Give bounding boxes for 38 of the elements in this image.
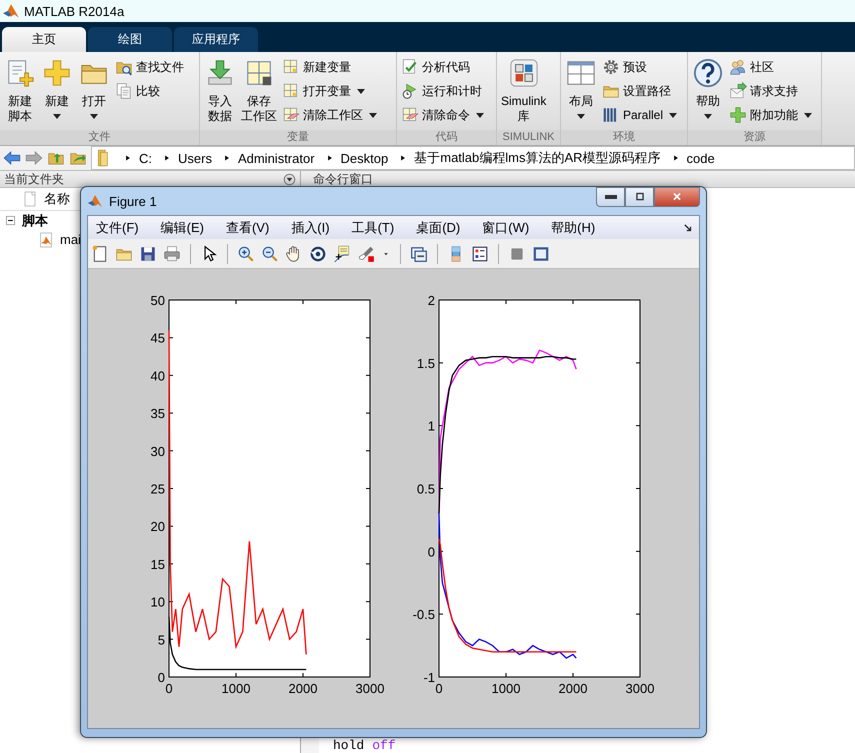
tick-label: 45: [150, 330, 165, 346]
tick-label: 1.5: [416, 356, 435, 371]
tick-label: 5: [158, 632, 165, 648]
tick-label: 3000: [356, 681, 384, 696]
tick-label: 25: [150, 482, 165, 496]
tick-label: 0: [165, 681, 173, 696]
group-label: 代码: [397, 130, 496, 145]
panel-title: 命令行窗口: [313, 172, 373, 186]
tick-label: 15: [150, 556, 165, 572]
tick-label: 2: [428, 293, 435, 308]
tick-label: 50: [150, 293, 165, 308]
tick-label: 30: [150, 444, 165, 459]
tick-label: 3000: [626, 681, 654, 696]
code-token: hold: [333, 739, 364, 753]
tick-label: 1000: [492, 681, 520, 696]
group-label: 资源: [688, 130, 821, 145]
group-label: 变量: [200, 130, 396, 145]
panel-title: 当前文件夹: [4, 172, 64, 186]
tick-label: 2000: [288, 681, 318, 696]
tick-label: 1000: [222, 681, 250, 696]
tick-label: -0.5: [412, 607, 435, 622]
group-label: SIMULINK: [497, 130, 560, 145]
tick-label: 0: [435, 681, 443, 696]
tick-label: 35: [150, 406, 165, 422]
tick-label: 40: [150, 368, 165, 384]
group-label: 文件: [0, 130, 199, 145]
code-token: off: [372, 739, 396, 753]
tick-label: -1: [423, 670, 435, 685]
tick-label: 10: [150, 594, 165, 610]
tick-label: 0: [428, 544, 435, 560]
window-title: MATLAB R2014a: [24, 4, 124, 18]
tick-label: 0.5: [416, 482, 435, 496]
tick-label: 2000: [558, 681, 588, 696]
tick-label: 0: [158, 670, 165, 685]
tick-label: 1: [428, 418, 435, 434]
group-label: 环境: [561, 130, 687, 145]
tick-label: 20: [150, 519, 165, 534]
window-title: Figure 1: [109, 194, 157, 208]
